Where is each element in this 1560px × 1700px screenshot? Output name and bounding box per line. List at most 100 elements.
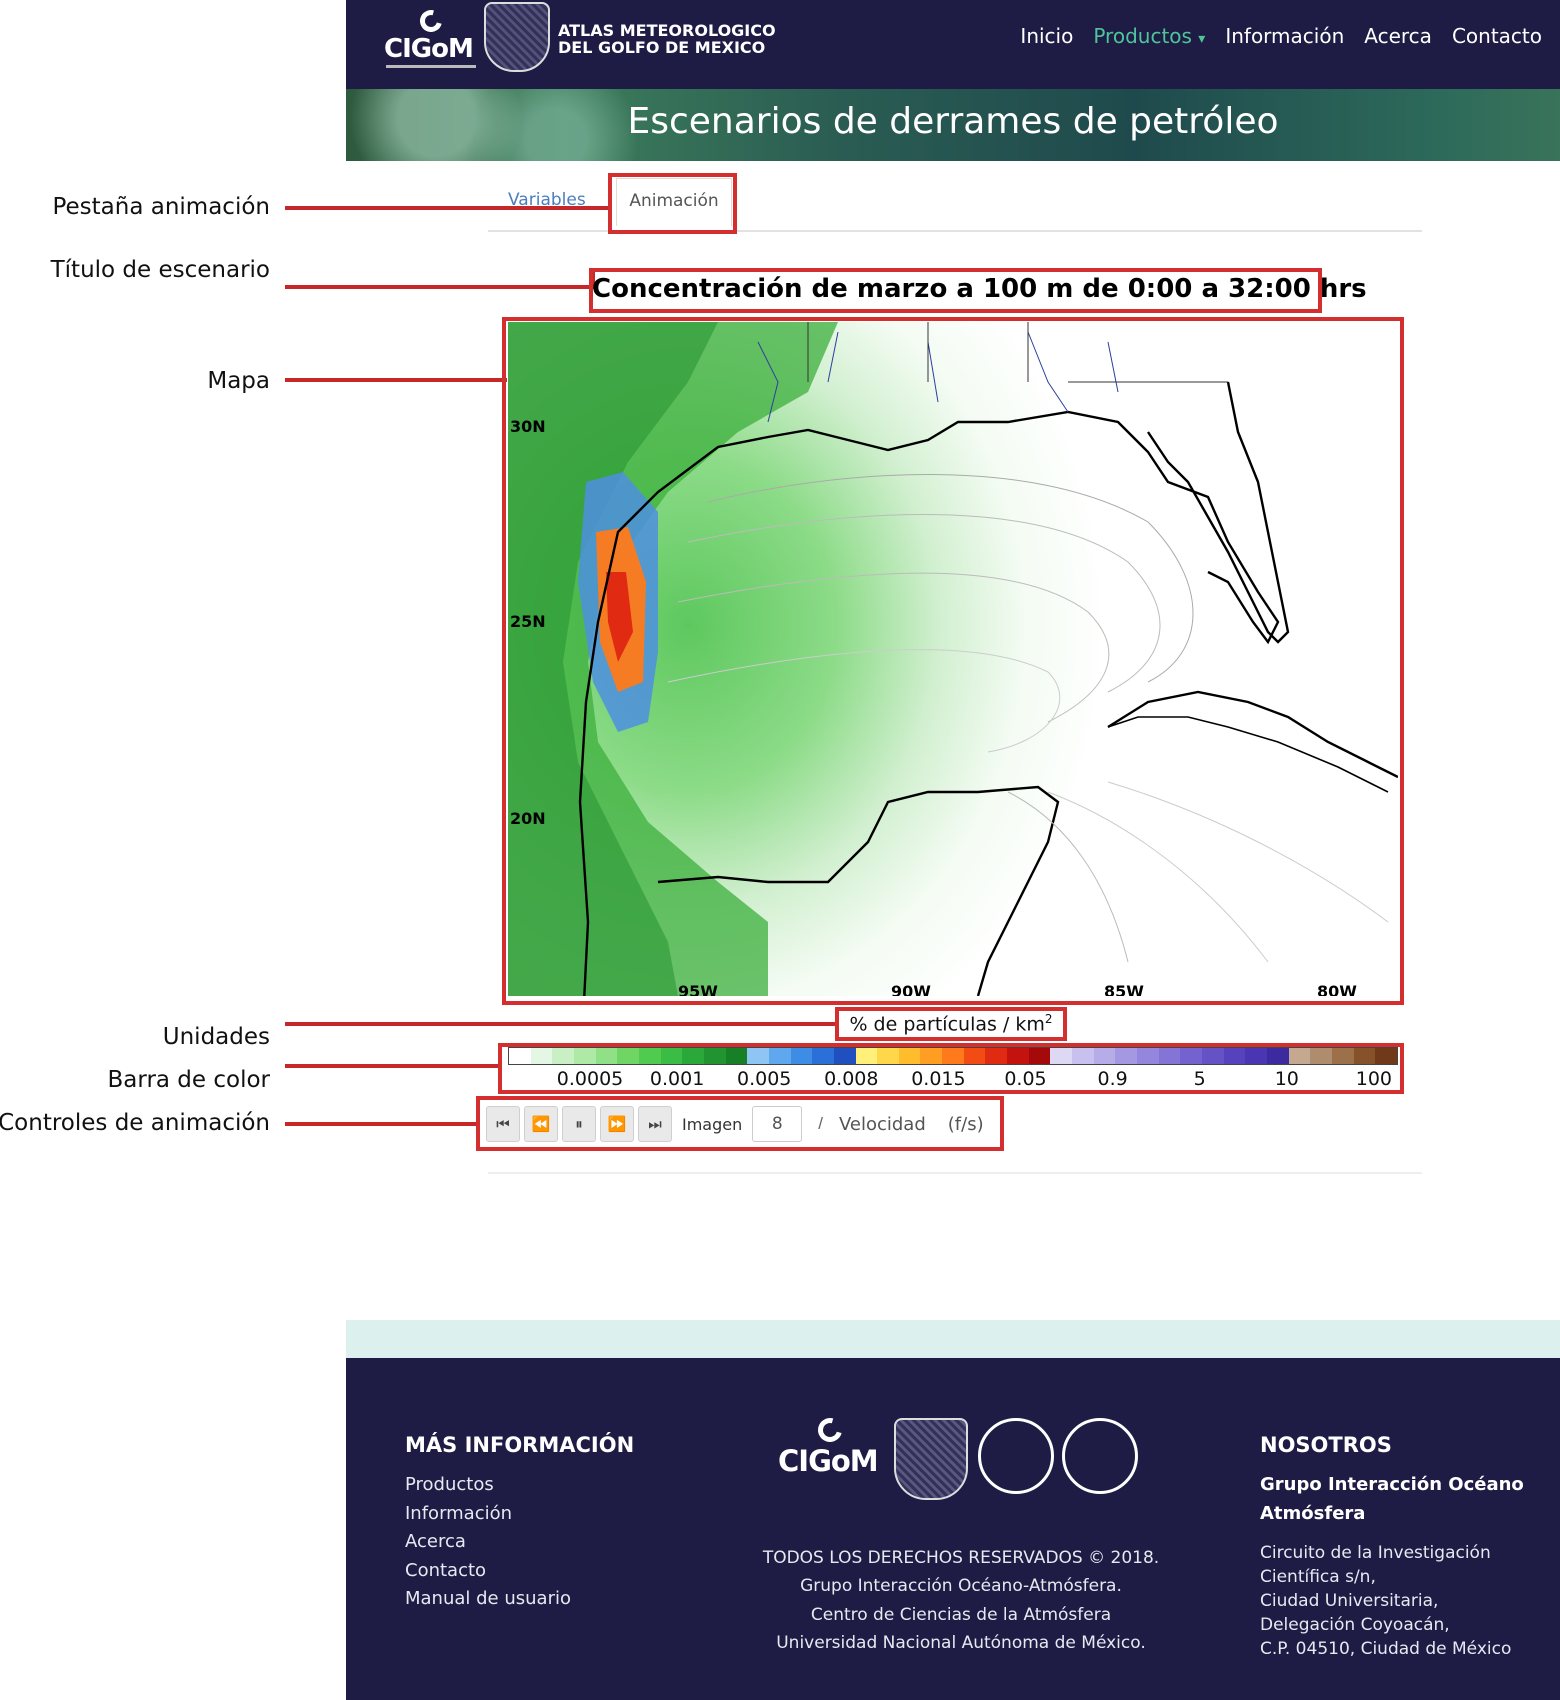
frame-number-input[interactable] — [752, 1106, 803, 1142]
last-frame-button[interactable]: ⏭ — [638, 1106, 672, 1142]
lon-label-85w: 85W — [1104, 982, 1144, 996]
page-title: Escenarios de derrames de petróleo — [627, 101, 1279, 142]
color-bar-swatch — [833, 1048, 856, 1064]
lat-label-30n: 30N — [510, 417, 546, 436]
annotation-line — [285, 1064, 500, 1068]
nav-productos[interactable]: Productos ▾ — [1093, 24, 1205, 48]
color-bar-swatch — [1288, 1048, 1311, 1064]
nav-productos-label: Productos — [1093, 24, 1192, 48]
page-banner: Escenarios de derrames de petróleo — [346, 89, 1560, 161]
color-bar-swatch — [1180, 1048, 1202, 1064]
last-frame-icon: ⏭ — [648, 1115, 662, 1133]
tab-bar: Variables Animación — [488, 174, 1422, 232]
footer-address-4: Delegación Coyoacán, — [1260, 1615, 1450, 1635]
speed-unit: (f/s) — [947, 1113, 984, 1135]
color-bar-swatch — [1245, 1048, 1267, 1064]
footer-link-acerca[interactable]: Acerca — [405, 1531, 466, 1552]
site-title[interactable]: ATLAS METEOROLOGICO DEL GOLFO DE MEXICO — [558, 22, 776, 56]
first-frame-button[interactable]: ⏮ — [486, 1106, 520, 1142]
cigom-swirl-icon — [813, 1413, 847, 1447]
color-bar-swatch — [573, 1048, 596, 1064]
color-bar-swatch — [920, 1048, 943, 1064]
annotation-controls: Controles de animación — [0, 1110, 270, 1136]
concentration-map[interactable]: 30N 25N 20N 95W 90W 85W 80W — [508, 322, 1398, 996]
footer-link-manual[interactable]: Manual de usuario — [405, 1588, 571, 1609]
footer-copyright-line3: Centro de Ciencias de la Atmósfera — [810, 1605, 1112, 1625]
annotation-line — [285, 1122, 478, 1126]
nav-contacto[interactable]: Contacto — [1452, 24, 1542, 48]
tab-variables[interactable]: Variables — [508, 190, 586, 210]
lon-label-80w: 80W — [1317, 982, 1357, 996]
footer-cca-logo — [978, 1418, 1054, 1494]
pause-button[interactable]: ⏸ — [562, 1106, 596, 1142]
color-bar-swatch — [1223, 1048, 1246, 1064]
lon-label-90w: 90W — [891, 982, 931, 996]
color-bar-tick-label: 10 — [1274, 1068, 1299, 1090]
cigom-logo-text: CIGoM — [384, 34, 474, 64]
color-bar-swatch — [1158, 1048, 1181, 1064]
fast-forward-icon: ⏩ — [607, 1116, 627, 1133]
footer-link-contacto[interactable]: Contacto — [405, 1560, 486, 1581]
color-bar-swatch — [768, 1048, 791, 1064]
site-title-line2: DEL GOLFO DE MEXICO — [558, 38, 766, 57]
map-canvas — [508, 322, 1398, 996]
annotation-map: Mapa — [207, 368, 270, 394]
color-bar-swatch — [877, 1048, 899, 1064]
footer-address-3: Ciudad Universitaria, — [1260, 1591, 1439, 1611]
color-bar-swatch — [942, 1048, 964, 1064]
first-frame-icon: ⏮ — [496, 1115, 510, 1133]
footer-ioa-logo — [1062, 1418, 1138, 1494]
color-bar-swatch — [1007, 1048, 1029, 1064]
cigom-swirl-icon — [415, 5, 447, 37]
color-bar-tick-label: 0.001 — [649, 1068, 705, 1090]
color-bar-swatch — [1202, 1048, 1224, 1064]
color-bar-tick-label: 0.9 — [1097, 1068, 1128, 1090]
color-bar-swatch — [638, 1048, 661, 1064]
rewind-icon: ⏪ — [531, 1116, 551, 1133]
footer-address-2: Científica s/n, — [1260, 1567, 1376, 1587]
color-bar-tick-label: 0.008 — [824, 1068, 879, 1090]
fast-forward-button[interactable]: ⏩ — [600, 1106, 634, 1142]
animation-controls: ⏮ ⏪ ⏸ ⏩ ⏭ Imagen / Velocidad (f/s) — [486, 1102, 984, 1146]
color-bar-swatch — [985, 1048, 1008, 1064]
rewind-button[interactable]: ⏪ — [524, 1106, 558, 1142]
footer-address-5: C.P. 04510, Ciudad de México — [1260, 1639, 1512, 1659]
color-bar-swatch — [898, 1048, 921, 1064]
units-label: % de partículas / km2 — [838, 1012, 1064, 1035]
footer-cigom-text: CIGoM — [778, 1444, 879, 1478]
color-bar-swatch — [1353, 1048, 1376, 1064]
color-bar-swatch — [747, 1048, 769, 1064]
color-bar-swatch — [1093, 1048, 1116, 1064]
cigom-logo[interactable]: CIGoM — [382, 5, 482, 70]
tab-animacion[interactable]: Animación — [616, 178, 732, 226]
footer-link-productos[interactable]: Productos — [405, 1474, 494, 1495]
color-bar-swatch — [617, 1048, 639, 1064]
footer-group-name-2: Atmósfera — [1260, 1503, 1366, 1524]
nav-informacion[interactable]: Información — [1225, 24, 1344, 48]
nav-acerca[interactable]: Acerca — [1364, 24, 1432, 48]
color-bar-swatch — [1072, 1048, 1094, 1064]
lat-label-25n: 25N — [510, 612, 546, 631]
units-exponent: 2 — [1044, 1012, 1053, 1026]
color-bar-swatch — [1266, 1048, 1289, 1064]
footer-more-info-title: MÁS INFORMACIÓN — [405, 1433, 635, 1457]
chevron-down-icon: ▾ — [1198, 31, 1206, 47]
annotation-scenario-title: Título de escenario — [50, 257, 270, 283]
footer-address-1: Circuito de la Investigación — [1260, 1543, 1491, 1563]
color-bar-swatch — [963, 1048, 986, 1064]
pause-icon: ⏸ — [575, 1115, 583, 1133]
footer-unam-logo — [894, 1418, 968, 1500]
color-bar-tick-label: 0.015 — [911, 1068, 966, 1090]
footer-about-title: NOSOTROS — [1260, 1433, 1392, 1457]
color-bar-swatch — [530, 1048, 553, 1064]
color-bar-tick-label: 5 — [1193, 1068, 1206, 1090]
frame-separator: / — [818, 1114, 823, 1133]
footer-link-informacion[interactable]: Información — [405, 1503, 512, 1524]
color-bar-swatch — [1375, 1048, 1397, 1064]
color-bar-swatch — [595, 1048, 618, 1064]
speed-label: Velocidad — [838, 1113, 926, 1135]
content-divider — [488, 1172, 1422, 1174]
color-bar-tick-label: 100 — [1355, 1068, 1393, 1090]
nav-inicio[interactable]: Inicio — [1020, 24, 1073, 48]
footer-copyright-line1: TODOS LOS DERECHOS RESERVADOS © 2018. — [762, 1548, 1160, 1568]
